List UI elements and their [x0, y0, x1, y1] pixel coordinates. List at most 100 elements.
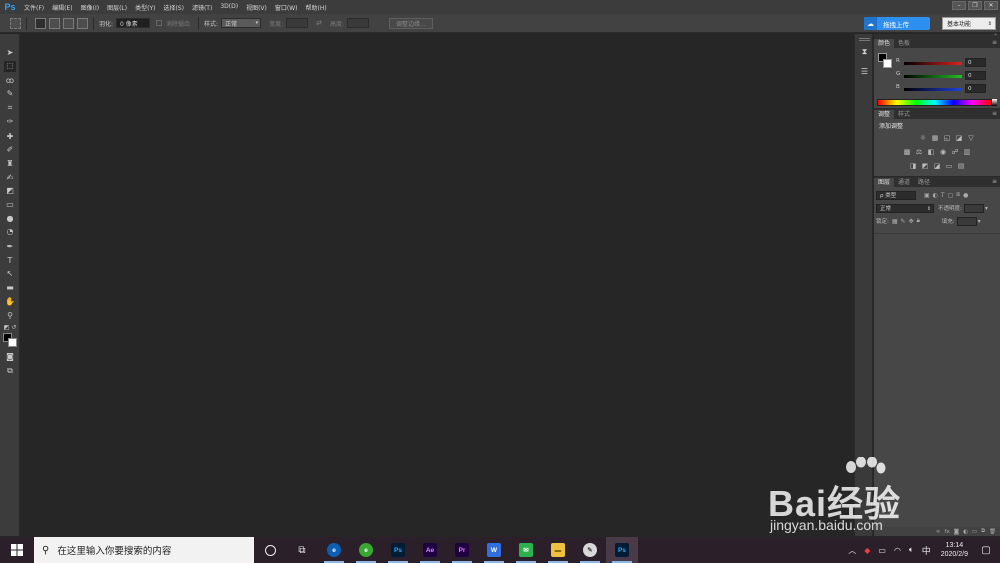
menu-item[interactable]: 窗口(W) — [271, 3, 302, 12]
pen-tool-icon[interactable]: ✒ — [4, 241, 16, 252]
quick-select-tool-icon[interactable]: ✎ — [4, 88, 16, 99]
tab-paths[interactable]: 路径 — [914, 178, 934, 187]
tab-styles[interactable]: 样式 — [894, 110, 914, 119]
taskbar-app-premiere[interactable]: Pr — [446, 537, 478, 563]
type-filter-icon[interactable]: T — [941, 192, 945, 199]
marquee-tool-icon[interactable]: ⬚ — [4, 61, 16, 72]
feather-input[interactable]: 0 像素 — [116, 18, 151, 28]
swap-icon[interactable]: ⇄ — [316, 19, 322, 27]
new-layer-icon[interactable]: ⧉ — [981, 528, 985, 535]
smart-object-filter-icon[interactable]: ⧈ — [956, 191, 960, 199]
menu-item[interactable]: 图层(L) — [103, 3, 131, 12]
chevron-down-icon[interactable]: ▾ — [978, 218, 981, 225]
tab-color[interactable]: 颜色 — [874, 39, 895, 48]
shape-filter-icon[interactable]: ▢ — [948, 192, 954, 199]
healing-brush-tool-icon[interactable]: ✚ — [4, 131, 16, 142]
hue-saturation-icon[interactable]: ▩ — [903, 148, 912, 156]
move-tool-icon[interactable]: ➤ — [4, 47, 16, 58]
antialias-checkbox[interactable] — [156, 20, 163, 26]
threshold-icon[interactable]: ◪ — [933, 162, 942, 170]
lock-position-icon[interactable]: ✥ — [909, 218, 914, 225]
tab-layers[interactable]: 图层 — [874, 178, 895, 187]
marquee-tool-preset-icon[interactable] — [10, 17, 21, 29]
taskbar-app-wechat[interactable]: ✉ — [510, 537, 542, 563]
workspace-select[interactable]: 基本功能 ⇕ — [942, 17, 996, 30]
tray-app-icon[interactable]: ◆ — [864, 546, 870, 555]
taskbar-app-feather-app[interactable]: ✎ — [574, 537, 606, 563]
levels-icon[interactable]: ▦ — [931, 134, 940, 142]
menu-item[interactable]: 图像(I) — [77, 3, 103, 12]
slider-red-track[interactable] — [904, 62, 962, 65]
slider-blue-track[interactable] — [904, 88, 962, 91]
panel-menu-icon[interactable]: ≡ — [992, 39, 997, 46]
clone-stamp-tool-icon[interactable]: ♜ — [4, 158, 16, 169]
black-white-ramp[interactable] — [992, 99, 997, 106]
layer-kind-filter[interactable]: ρ 类型 — [876, 190, 916, 200]
taskbar-app-after-effects[interactable]: Ae — [414, 537, 446, 563]
screen-mode-icon[interactable]: ⧉ — [4, 365, 16, 376]
path-select-tool-icon[interactable]: ↖ — [4, 268, 16, 279]
menu-item[interactable]: 编辑(E) — [48, 3, 76, 12]
taskbar-app-edge[interactable]: e — [318, 537, 350, 563]
taskbar-app-photoshop[interactable]: Ps — [382, 537, 414, 563]
blur-tool-icon[interactable]: ● — [4, 213, 16, 224]
tab-channels[interactable]: 通道 — [894, 178, 914, 187]
crop-tool-icon[interactable]: ⌗ — [4, 102, 16, 113]
document-canvas-area[interactable] — [21, 34, 853, 536]
adjustment-filter-icon[interactable]: ◐ — [933, 192, 938, 199]
menu-item[interactable]: 选择(S) — [159, 3, 188, 12]
blend-mode-select[interactable]: 正常 ⇕ — [876, 203, 934, 213]
vibrance-icon[interactable]: ▽ — [967, 134, 976, 142]
menu-item[interactable]: 滤镜(T) — [188, 3, 216, 12]
lock-pixels-icon[interactable]: ✎ — [901, 218, 906, 225]
tab-adjustments[interactable]: 调整 — [874, 110, 895, 119]
volume-icon[interactable]: 🔈︎ — [909, 545, 914, 555]
gradient-map-icon[interactable]: ▭ — [945, 162, 954, 170]
lock-transparency-icon[interactable]: ▦ — [892, 218, 898, 225]
posterize-icon[interactable]: ◩ — [921, 162, 930, 170]
panel-menu-icon[interactable]: ≡ — [992, 178, 997, 185]
filter-toggle-icon[interactable]: ● — [963, 192, 968, 199]
opacity-input[interactable] — [963, 203, 984, 213]
new-group-icon[interactable]: ▭ — [972, 529, 977, 535]
new-fill-layer-icon[interactable]: ◐ — [963, 529, 968, 535]
type-tool-icon[interactable]: T — [4, 255, 16, 266]
taskbar-search-box[interactable]: ⚲ 在这里输入你要搜索的内容 — [34, 537, 254, 563]
tab-swatches[interactable]: 色板 — [894, 39, 914, 48]
red-value-input[interactable]: 0 — [965, 58, 986, 67]
refine-edge-button[interactable]: 调整边缘... — [389, 17, 433, 29]
photo-filter-icon[interactable]: ◉ — [939, 148, 948, 156]
lock-all-icon[interactable]: 🔒︎ — [917, 217, 920, 225]
chevron-down-icon[interactable]: ▾ — [985, 205, 988, 212]
invert-icon[interactable]: ◨ — [909, 162, 918, 170]
black-white-icon[interactable]: ◧ — [927, 148, 936, 156]
pixel-filter-icon[interactable]: ▣ — [924, 192, 930, 199]
upload-button[interactable]: ☁ 拖拽上传 — [864, 17, 930, 30]
exposure-icon[interactable]: ◪ — [955, 134, 964, 142]
color-spectrum-bar[interactable] — [877, 99, 992, 106]
selective-color-icon[interactable]: ▤ — [957, 162, 966, 170]
taskbar-app-browser-360[interactable]: e — [350, 537, 382, 563]
height-input[interactable] — [347, 18, 370, 28]
gradient-tool-icon[interactable]: ▭ — [4, 199, 16, 210]
swap-colors-icon[interactable]: ◩ ↺ — [2, 322, 18, 333]
ime-indicator[interactable]: 中 — [922, 544, 931, 557]
brush-tool-icon[interactable]: ✐ — [4, 144, 16, 155]
task-view-button[interactable]: ⧉ — [286, 537, 318, 563]
width-input[interactable] — [286, 18, 309, 28]
dock-grip-icon[interactable] — [859, 38, 870, 41]
eyedropper-tool-icon[interactable]: ✑ — [4, 116, 16, 127]
add-selection-icon[interactable] — [49, 17, 60, 29]
green-value-input[interactable]: 0 — [965, 71, 986, 80]
taskbar-app-wps[interactable]: W — [478, 537, 510, 563]
battery-icon[interactable]: ▭ — [878, 546, 886, 555]
slider-green-track[interactable] — [904, 75, 962, 78]
start-button[interactable] — [0, 537, 34, 563]
menu-item[interactable]: 帮助(H) — [302, 3, 331, 12]
menu-item[interactable]: 3D(D) — [216, 3, 242, 12]
panel-menu-icon[interactable]: ≡ — [992, 110, 997, 117]
history-brush-tool-icon[interactable]: ✍ — [4, 172, 16, 183]
menu-item[interactable]: 类型(Y) — [131, 3, 159, 12]
curves-icon[interactable]: ◱ — [943, 134, 952, 142]
wifi-icon[interactable]: ◠ — [894, 546, 901, 555]
